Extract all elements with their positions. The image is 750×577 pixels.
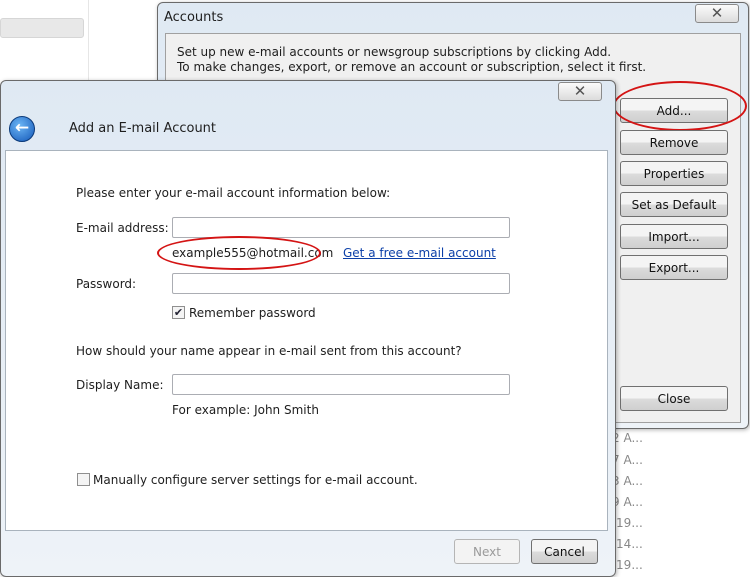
next-button[interactable]: Next — [454, 539, 520, 564]
email-label: E-mail address: — [76, 221, 169, 235]
set-default-button[interactable]: Set as Default — [620, 192, 728, 217]
background-bar — [0, 18, 84, 38]
back-arrow-icon[interactable]: ← — [9, 116, 35, 142]
description-line: To make changes, export, or remove an ac… — [177, 60, 647, 74]
background-list-item: :19... — [612, 516, 643, 530]
display-name-label: Display Name: — [76, 378, 164, 392]
accounts-description: Set up new e-mail accounts or newsgroup … — [177, 45, 646, 75]
background-list-item: :14... — [612, 537, 643, 551]
remove-button[interactable]: Remove — [620, 130, 728, 155]
import-button[interactable]: Import... — [620, 224, 728, 249]
remember-password-label[interactable]: Remember password — [189, 306, 316, 320]
close-button[interactable]: Close — [620, 386, 728, 411]
background-list-item: 9 A... — [612, 495, 643, 509]
add-account-close-button[interactable]: ✕ — [558, 82, 602, 101]
add-email-account-dialog: ✕ ← Add an E-mail Account Please enter y… — [0, 80, 616, 577]
annotation-circle — [157, 236, 321, 270]
intro-text: Please enter your e-mail account informa… — [76, 186, 391, 200]
display-name-input[interactable] — [172, 374, 510, 395]
properties-button[interactable]: Properties — [620, 161, 728, 186]
description-line: Set up new e-mail accounts or newsgroup … — [177, 45, 612, 59]
background-list-item: :19... — [612, 558, 643, 572]
background-list-item: 7 A... — [612, 453, 643, 467]
annotation-circle — [613, 81, 747, 131]
free-account-link[interactable]: Get a free e-mail account — [343, 246, 496, 260]
display-name-example: For example: John Smith — [172, 403, 319, 417]
background-list-item: 2 A... — [612, 431, 643, 445]
export-button[interactable]: Export... — [620, 255, 728, 280]
dialog-title: Add an E-mail Account — [69, 121, 217, 136]
password-input[interactable] — [172, 273, 510, 294]
name-question: How should your name appear in e-mail se… — [76, 344, 462, 358]
background-divider — [88, 0, 89, 80]
manual-config-checkbox[interactable] — [77, 473, 90, 486]
cancel-button[interactable]: Cancel — [531, 539, 598, 564]
remember-password-checkbox[interactable]: ✔ — [172, 306, 185, 319]
email-input[interactable] — [172, 217, 510, 238]
manual-config-label[interactable]: Manually configure server settings for e… — [93, 473, 418, 487]
accounts-close-button[interactable]: ✕ — [695, 4, 739, 23]
accounts-title: Accounts — [164, 10, 224, 25]
form-panel: Please enter your e-mail account informa… — [5, 150, 608, 531]
password-label: Password: — [76, 277, 137, 291]
background-list-item: 3 A... — [612, 474, 643, 488]
